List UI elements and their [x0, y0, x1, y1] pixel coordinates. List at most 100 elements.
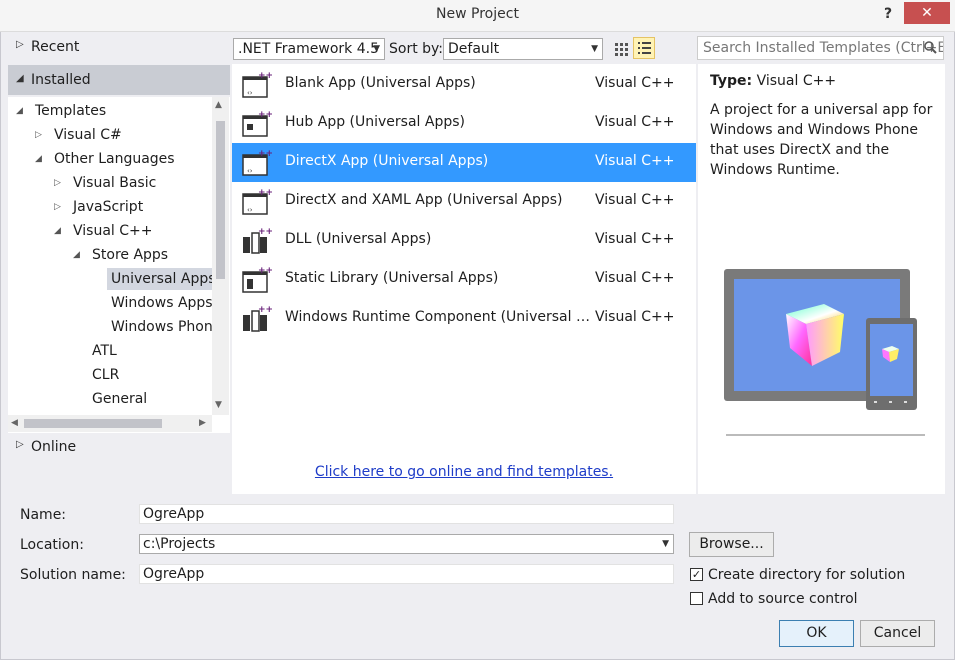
chevron-down-icon: ▼ — [373, 44, 380, 54]
scroll-up-icon[interactable]: ▲ — [215, 100, 222, 110]
expand-right-icon: ▷ — [16, 39, 24, 50]
scroll-down-icon[interactable]: ▼ — [215, 400, 222, 410]
nav-recent-label: Recent — [31, 39, 80, 55]
grid-view-icon — [615, 43, 628, 56]
tree-item-label: Visual C++ — [73, 223, 153, 239]
tree-item[interactable]: Windows Phone Apps — [107, 316, 212, 338]
template-language: Visual C++ — [595, 153, 675, 169]
template-name: DLL (Universal Apps) — [285, 231, 432, 247]
tree-item[interactable]: ◢ Other Languages — [35, 148, 179, 170]
scroll-left-icon[interactable]: ◀ — [11, 418, 18, 428]
template-preview-image — [724, 236, 925, 436]
scroll-thumb[interactable] — [216, 121, 225, 279]
template-row[interactable]: ++ Static Library (Universal Apps) Visual … — [232, 260, 696, 299]
search-input[interactable]: Search Installed Templates (Ctrl+E) — [697, 36, 944, 60]
svg-text:++: ++ — [258, 71, 272, 81]
expand-down-icon[interactable]: ◢ — [54, 220, 61, 242]
expand-down-icon[interactable]: ◢ — [16, 100, 23, 122]
template-name: Windows Runtime Component (Universal App… — [285, 309, 593, 325]
solution-name-value: OgreApp — [143, 566, 205, 582]
close-button[interactable]: ✕ — [904, 2, 950, 24]
location-field[interactable]: c:\Projects ▼ — [139, 534, 674, 554]
tree-item[interactable]: Universal Apps — [107, 268, 212, 290]
find-online-templates-link[interactable]: Click here to go online and find templat… — [232, 464, 696, 480]
nav-online[interactable]: ▷ Online — [8, 433, 230, 461]
expand-down-icon[interactable]: ◢ — [35, 148, 42, 170]
svg-text:++: ++ — [258, 110, 272, 120]
template-row[interactable]: ++ ‹› DirectX App (Universal Apps) Visual C… — [232, 143, 696, 182]
chevron-down-icon[interactable]: ▼ — [662, 535, 669, 553]
template-description: A project for a universal app for Window… — [710, 102, 933, 178]
template-row[interactable]: ++ Hub App (Universal Apps) Visual C++ — [232, 104, 696, 143]
expand-right-icon[interactable]: ▷ — [35, 124, 42, 146]
left-nav-pane: ▷ Recent ◢ Installed ◢ Templates ▷ Visual C… — [8, 33, 230, 493]
template-row[interactable]: ++ Windows Runtime Component (Universal A… — [232, 299, 696, 338]
type-line: Type: Visual C++ — [710, 73, 933, 89]
template-name: DirectX App (Universal Apps) — [285, 153, 489, 169]
ok-button[interactable]: OK — [779, 620, 854, 647]
template-language: Visual C++ — [595, 192, 675, 208]
tree-item[interactable]: ◢ Store Apps — [73, 244, 172, 266]
help-button[interactable]: ? — [878, 3, 898, 25]
checkbox-checked-icon[interactable]: ✓ — [690, 568, 703, 581]
sort-value: Default — [448, 41, 500, 57]
svg-text:++: ++ — [258, 188, 272, 198]
scroll-thumb-horizontal[interactable] — [24, 419, 162, 428]
template-details: Type: Visual C++ A project for a univers… — [698, 64, 945, 494]
template-row[interactable]: ++ DLL (Universal Apps) Visual C++ — [232, 221, 696, 260]
tree-vertical-scrollbar[interactable]: ▲ ▼ — [212, 97, 229, 415]
sort-select[interactable]: Default ▼ — [443, 38, 603, 60]
small-icons-view-button[interactable] — [610, 38, 632, 60]
expand-right-icon[interactable]: ▷ — [54, 172, 61, 194]
framework-select[interactable]: .NET Framework 4.5 ▼ — [233, 38, 385, 60]
tree-item-label: JavaScript — [73, 199, 144, 215]
tree-item[interactable]: CLR — [88, 364, 123, 386]
tree-item[interactable]: ◢ Templates — [16, 100, 110, 122]
list-view-button[interactable] — [633, 37, 655, 59]
checkbox-unchecked-icon[interactable] — [690, 592, 703, 605]
static-library-icon: ++ — [242, 266, 272, 293]
runtime-component-icon: ++ — [243, 305, 272, 332]
expand-right-icon[interactable]: ▷ — [54, 196, 61, 218]
tree-item-label: Universal Apps — [111, 271, 212, 287]
solution-name-field[interactable]: OgreApp — [139, 564, 674, 584]
tree-item[interactable]: Windows Apps — [107, 292, 212, 314]
name-field[interactable]: OgreApp — [139, 504, 674, 524]
nav-recent[interactable]: ▷ Recent — [8, 33, 230, 61]
expand-down-icon[interactable]: ◢ — [73, 244, 80, 266]
title-bar: New Project ? ✕ — [0, 0, 955, 32]
tree-item-label: Visual Basic — [73, 175, 157, 191]
template-row[interactable]: ++ ‹› Blank App (Universal Apps) Visual C++ — [232, 65, 696, 104]
type-value: Visual C++ — [756, 73, 837, 89]
browse-button[interactable]: Browse... — [689, 532, 774, 557]
framework-value: .NET Framework 4.5 — [238, 41, 379, 57]
directx-xaml-app-icon: ++ ‹› — [242, 188, 272, 215]
tree-horizontal-scrollbar[interactable]: ◀ ▶ — [8, 415, 212, 432]
search-placeholder: Search Installed Templates (Ctrl+E) — [703, 40, 944, 56]
expand-right-icon: ▷ — [16, 439, 24, 450]
template-name: DirectX and XAML App (Universal Apps) — [285, 192, 563, 208]
template-list: ++ ‹› Blank App (Universal Apps) Visual C++… — [232, 64, 696, 494]
template-row[interactable]: ++ ‹› DirectX and XAML App (Universal Apps… — [232, 182, 696, 221]
template-language: Visual C++ — [595, 114, 675, 130]
name-label: Name: — [20, 507, 67, 523]
tree-item-label: Templates — [35, 103, 107, 119]
template-name: Hub App (Universal Apps) — [285, 114, 465, 130]
nav-installed-label: Installed — [31, 72, 91, 88]
tree-item[interactable]: ▷ Visual C# — [35, 124, 126, 146]
tree-item[interactable]: General — [88, 388, 151, 410]
tree-item-label: Visual C# — [54, 127, 122, 143]
svg-text:++: ++ — [258, 149, 272, 159]
sort-by-label: Sort by: — [389, 41, 444, 57]
template-language: Visual C++ — [595, 270, 675, 286]
nav-installed[interactable]: ◢ Installed — [8, 65, 230, 95]
type-label: Type: — [710, 73, 753, 89]
tree-item[interactable]: ▷ JavaScript — [54, 196, 147, 218]
tree-item[interactable]: ◢ Visual C++ — [54, 220, 156, 242]
search-icon[interactable] — [923, 40, 939, 56]
cancel-button[interactable]: Cancel — [860, 620, 935, 647]
scroll-right-icon[interactable]: ▶ — [199, 418, 206, 428]
directx-app-icon: ++ ‹› — [242, 149, 272, 176]
tree-item[interactable]: ▷ Visual Basic — [54, 172, 160, 194]
tree-item[interactable]: ATL — [88, 340, 121, 362]
